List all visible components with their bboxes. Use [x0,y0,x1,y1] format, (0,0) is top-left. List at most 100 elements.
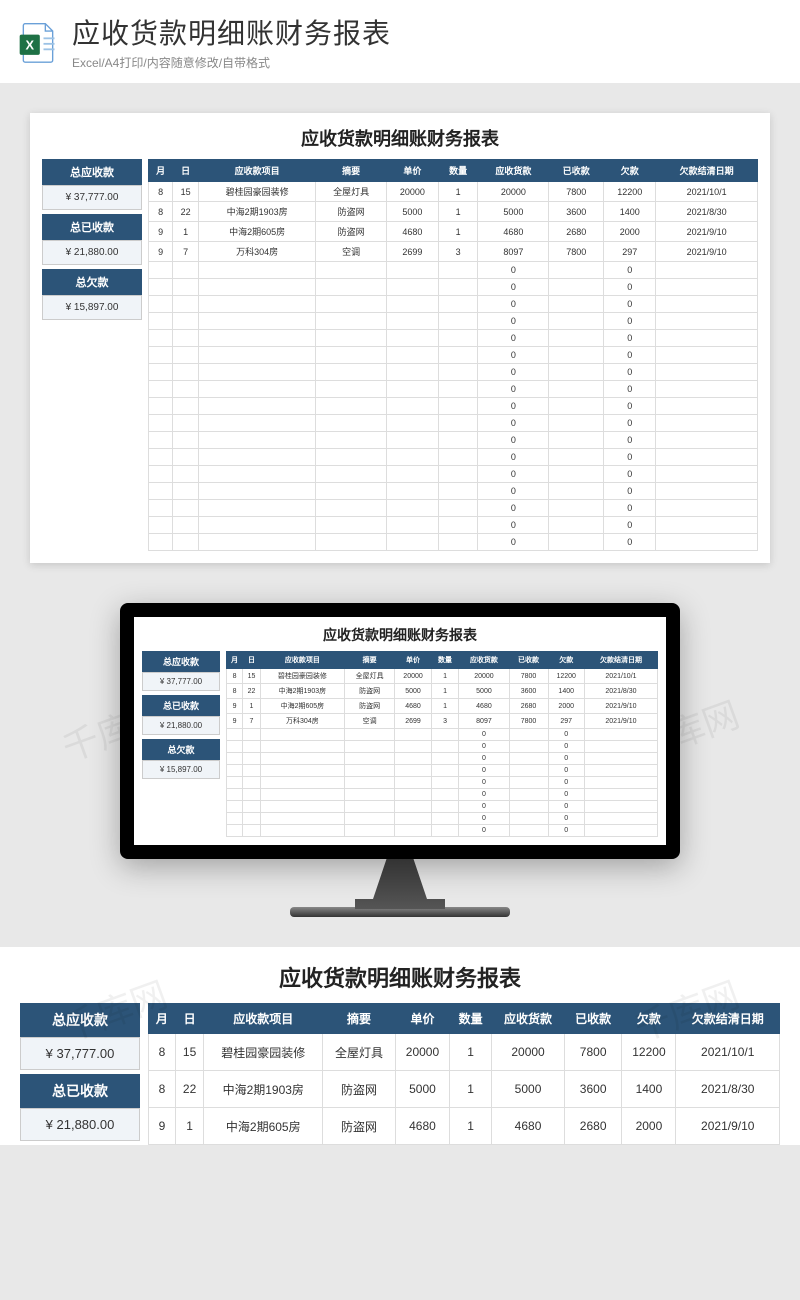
cell: 中海2期1903房 [204,1071,323,1108]
cell: 0 [478,279,549,296]
cell: 15 [173,182,199,202]
cell: 中海2期605房 [204,1108,323,1145]
cell: 5000 [478,202,549,222]
cell: 0 [478,483,549,500]
cell [243,777,261,789]
cell: 0 [478,296,549,313]
preview-area: 千库网 千库网 千库网 千库网 千库网 千库网 千库网 千库网 应收货款明细账财… [0,83,800,947]
cell [387,330,439,347]
cell [199,330,316,347]
cell [345,753,395,765]
cell [584,753,657,765]
cell [656,517,758,534]
cell [243,789,261,801]
cell: 2000 [548,699,584,714]
cell: 4680 [387,222,439,242]
summary-label: 总应收款 [20,1003,140,1037]
cell [656,432,758,449]
cell: 0 [459,825,509,837]
table-row: 91中海2期605房防盗网468014680268020002021/9/10 [149,1108,780,1145]
cell [173,466,199,483]
cell: 0 [604,483,656,500]
cell [387,466,439,483]
cell [316,534,387,551]
cell: 0 [548,789,584,801]
cell [509,801,548,813]
cell [173,449,199,466]
cell [227,825,243,837]
column-header: 单价 [395,652,431,669]
cell: 防盗网 [323,1108,396,1145]
cell [149,296,173,313]
cell: 0 [478,432,549,449]
cell [656,500,758,517]
sheet-preview-flat: 应收货款明细账财务报表 总应收款¥ 37,777.00总已收款¥ 21,880.… [30,113,770,563]
cell [149,381,173,398]
cell [387,534,439,551]
table-row: 00 [149,517,758,534]
sheet-title: 应收货款明细账财务报表 [42,125,758,151]
cell [173,347,199,364]
cell [260,813,344,825]
cell [584,741,657,753]
cell: 0 [478,364,549,381]
cell: 0 [604,313,656,330]
table-row: 815碧桂园豪园装修全屋灯具200001200007800122002021/1… [149,1034,780,1071]
cell: 22 [173,202,199,222]
monitor-stand [355,859,445,909]
cell: 1 [438,182,478,202]
cell [656,483,758,500]
cell [227,729,243,741]
cell [438,415,478,432]
column-header: 日 [243,652,261,669]
cell [345,825,395,837]
cell: 0 [548,801,584,813]
summary-value: ¥ 21,880.00 [42,240,142,265]
table-row: 00 [227,813,658,825]
data-table: 月日应收款项目摘要单价数量应收货款已收款欠款欠款结清日期 815碧桂园豪园装修全… [226,651,658,837]
cell: 20000 [478,182,549,202]
cell: 20000 [395,669,431,684]
table-row: 00 [149,262,758,279]
cell [316,415,387,432]
table-row: 00 [227,765,658,777]
cell: 297 [548,714,584,729]
cell: 全屋灯具 [323,1034,396,1071]
cell [316,296,387,313]
cell [173,398,199,415]
table-row: 00 [149,483,758,500]
cell: 0 [548,741,584,753]
cell [199,483,316,500]
cell [438,347,478,364]
cell [549,262,604,279]
cell: 2699 [395,714,431,729]
cell [656,313,758,330]
cell [395,765,431,777]
cell: 0 [478,262,549,279]
cell [316,347,387,364]
cell: 9 [149,1108,176,1145]
table-row: 00 [227,729,658,741]
cell [387,262,439,279]
cell: 1 [450,1034,492,1071]
cell [549,347,604,364]
column-header: 应收款项目 [199,160,316,182]
cell [173,432,199,449]
column-header: 日 [175,1004,204,1034]
cell: 3600 [549,202,604,222]
cell [387,381,439,398]
cell [509,741,548,753]
cell [260,777,344,789]
table-row: 00 [227,753,658,765]
cell [656,415,758,432]
cell [316,517,387,534]
cell: 中海2期1903房 [260,684,344,699]
table-row: 00 [149,466,758,483]
table-row: 822中海2期1903房防盗网500015000360014002021/8/3… [149,1071,780,1108]
cell [584,765,657,777]
column-header: 欠款 [548,652,584,669]
cell [438,449,478,466]
column-header: 欠款结清日期 [584,652,657,669]
cell: 9 [227,699,243,714]
cell: 2680 [509,699,548,714]
